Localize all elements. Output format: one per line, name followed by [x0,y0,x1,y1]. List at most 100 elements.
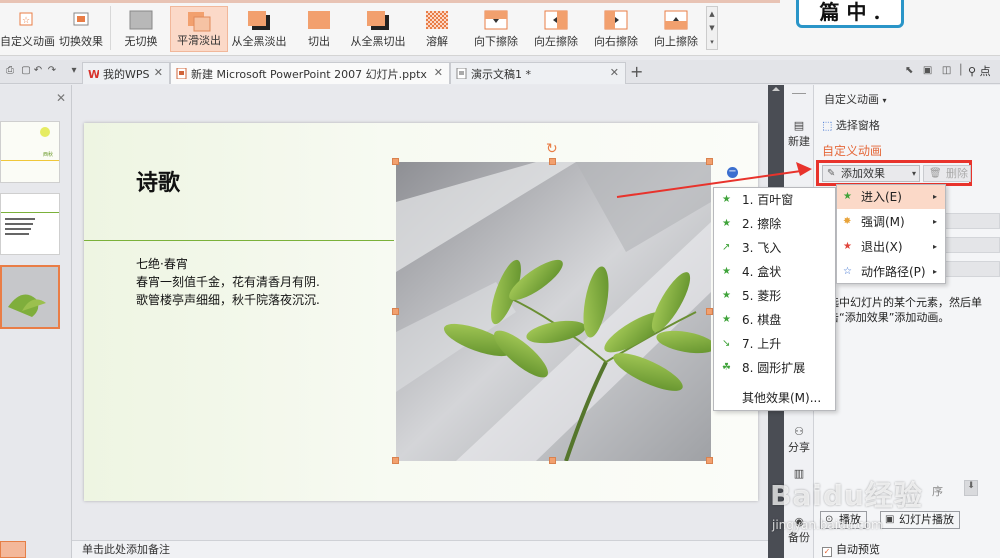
resize-handle[interactable] [392,158,399,165]
resize-handle[interactable] [706,457,713,464]
effect-label: 1. 百叶窗 [742,193,794,207]
effect-item-blinds[interactable]: ★ 1. 百叶窗 [714,188,835,212]
transition-label: 溶解 [426,35,448,48]
effect-item-more[interactable]: 其他效果(M)... [714,386,835,410]
new-tab-button[interactable]: + [630,62,643,81]
move-down-button[interactable]: ⬇ [964,480,978,496]
share-button[interactable]: ⚇ 分享 [784,425,814,455]
category-motion-path[interactable]: ☆ 动作路径(P) ▸ [837,260,945,284]
effect-item-circle[interactable]: ☘ 8. 圆形扩展 [714,356,835,380]
category-emphasis[interactable]: ✸ 强调(M) ▸ [837,210,945,234]
transition-dissolve[interactable]: 溶解 [412,6,462,52]
collapse-badge-icon[interactable]: − [727,167,738,178]
ribbon-gallery-scroll[interactable]: ▲ ▼ ▾ [706,6,718,50]
custom-animation-button[interactable]: ☆ 自定义动画 [0,6,55,52]
slide-title[interactable]: 诗歌 [136,165,180,197]
transition-fade-black-icon [246,9,272,31]
resize-handle[interactable] [392,308,399,315]
transition-label: 向右擦除 [594,35,638,48]
transition-cut-black[interactable]: 从全黑切出 [348,6,408,52]
category-exit[interactable]: ★ 退出(X) ▸ [837,235,945,259]
slide-thumbnail[interactable] [0,193,60,255]
search-text: 点 [979,65,991,78]
effect-label: 7. 上升 [742,337,782,351]
undo-icon[interactable]: ↶ [32,65,44,77]
plant-photo[interactable] [396,162,711,461]
panel-header[interactable]: 自定义动画 ▾ [824,91,887,107]
slide-editor: 诗歌 七绝·春宵 春宵一刻值千金，花有清香月有阴. 歌管楼亭声细细，秋千院落夜沉… [72,85,768,540]
transition-wipe-up[interactable]: 向上擦除 [648,6,704,52]
quick-access-dropdown-icon[interactable]: ▾ [68,65,80,77]
save-icon[interactable]: ⎙ [4,65,16,77]
baidu-watermark-url: jingyan.baidu.com [772,518,883,532]
delete-label: 删除 [946,167,968,180]
effect-item-wipe[interactable]: ★ 2. 擦除 [714,212,835,236]
auto-preview-checkbox[interactable]: ✓ 自动预览 [822,541,880,557]
ribbon-divider [110,6,111,50]
poem-line-1[interactable]: 春宵一刻值千金，花有清香月有阴. [136,273,320,290]
transition-wipe-left[interactable]: 向左擦除 [528,6,584,52]
transition-wipe-down[interactable]: 向下擦除 [468,6,524,52]
slide-canvas[interactable]: 诗歌 七绝·春宵 春宵一刻值千金，花有清香月有阴. 歌管楼亭声细细，秋千院落夜沉… [84,123,758,501]
effect-star-icon: ★ [722,194,731,205]
notes-field[interactable]: 单击此处添加备注 [72,540,768,558]
tab-demo-doc[interactable]: 演示文稿1 * ✕ [450,62,626,84]
rotate-handle-icon[interactable]: ↻ [546,141,558,157]
wps-logo-icon: W [88,68,100,81]
switch-effect-button[interactable]: 切换效果 [56,6,106,52]
add-effect-button[interactable]: ✎ 添加效果 ▾ [822,165,920,182]
category-label: 动作路径(P) [861,265,926,279]
reorder-label: 序 [932,485,943,498]
effect-item-ascend[interactable]: ↘ 7. 上升 [714,332,835,356]
resize-handle[interactable] [392,457,399,464]
custom-animation-label: 自定义动画 [0,35,55,48]
category-entrance[interactable]: ★ 进入(E) ▸ [837,185,945,209]
tab-label: 新建 Microsoft PowerPoint 2007 幻灯片.pptx [191,68,427,81]
close-icon[interactable]: ✕ [434,66,443,79]
wipe-left-icon [543,9,569,31]
redo-icon[interactable]: ↷ [46,65,58,77]
select-pane-button[interactable]: ⬚ 选择窗格 [822,117,880,133]
trash-icon: 🗑 [929,168,942,179]
delete-button[interactable]: 🗑 删除 [923,165,971,182]
search-box[interactable]: ⚲ 点 [968,63,991,79]
entrance-effect-menu: ★ 1. 百叶窗 ★ 2. 擦除 ↗ 3. 飞入 ★ 4. 盒状 ★ 5. 菱形 ★ 6. … [713,187,836,411]
slideshow-icon: ▣ [885,514,895,525]
poem-title[interactable]: 七绝·春宵 [136,255,188,272]
transition-wipe-right[interactable]: 向右擦除 [588,6,644,52]
status-indicator[interactable] [0,541,26,558]
effect-ascend-icon: ↘ [722,338,731,349]
baidu-watermark: Baidu经验 [770,479,923,512]
transition-cut-icon [306,9,332,31]
slide-thumbnail[interactable]: 西秋 [0,121,60,183]
transition-fade-black[interactable]: 从全黑淡出 [230,6,288,52]
pencil-icon: ✎ [827,168,836,179]
effect-star-icon: ★ [722,290,731,301]
window-controls[interactable]: ⬉ ▣ ◫ │ [905,65,964,76]
resize-handle[interactable] [706,158,713,165]
tab-my-wps[interactable]: W 我的WPS ✕ [82,62,170,84]
resize-handle[interactable] [706,308,713,315]
new-slide-button[interactable]: ▤ 新建 [784,119,814,149]
close-icon[interactable]: ✕ [154,66,163,79]
transition-dissolve-icon [424,9,450,31]
transition-cut[interactable]: 切出 [292,6,346,52]
transition-smooth-fade[interactable]: 平滑淡出 [170,6,228,52]
svg-text:西秋: 西秋 [43,151,53,158]
print-icon[interactable]: ▢ [20,65,32,77]
new-label: 新建 [788,135,810,148]
resize-handle[interactable] [549,158,556,165]
close-icon[interactable]: ✕ [610,66,619,79]
transition-none[interactable]: 无切换 [114,6,168,52]
poem-line-2[interactable]: 歌管楼亭声细细，秋千院落夜沉沉. [136,291,320,308]
slide-thumbnail-selected[interactable] [0,265,60,329]
effect-label: 2. 擦除 [742,217,782,231]
effect-item-checkerboard[interactable]: ★ 6. 棋盘 [714,308,835,332]
effect-item-diamond[interactable]: ★ 5. 菱形 [714,284,835,308]
tab-pptx-document[interactable]: 新建 Microsoft PowerPoint 2007 幻灯片.pptx ✕ [170,62,450,84]
effect-item-box[interactable]: ★ 4. 盒状 [714,260,835,284]
transition-label: 平滑淡出 [177,34,221,47]
resize-handle[interactable] [549,457,556,464]
close-pane-icon[interactable]: ✕ [56,91,66,105]
effect-item-fly-in[interactable]: ↗ 3. 飞入 [714,236,835,260]
